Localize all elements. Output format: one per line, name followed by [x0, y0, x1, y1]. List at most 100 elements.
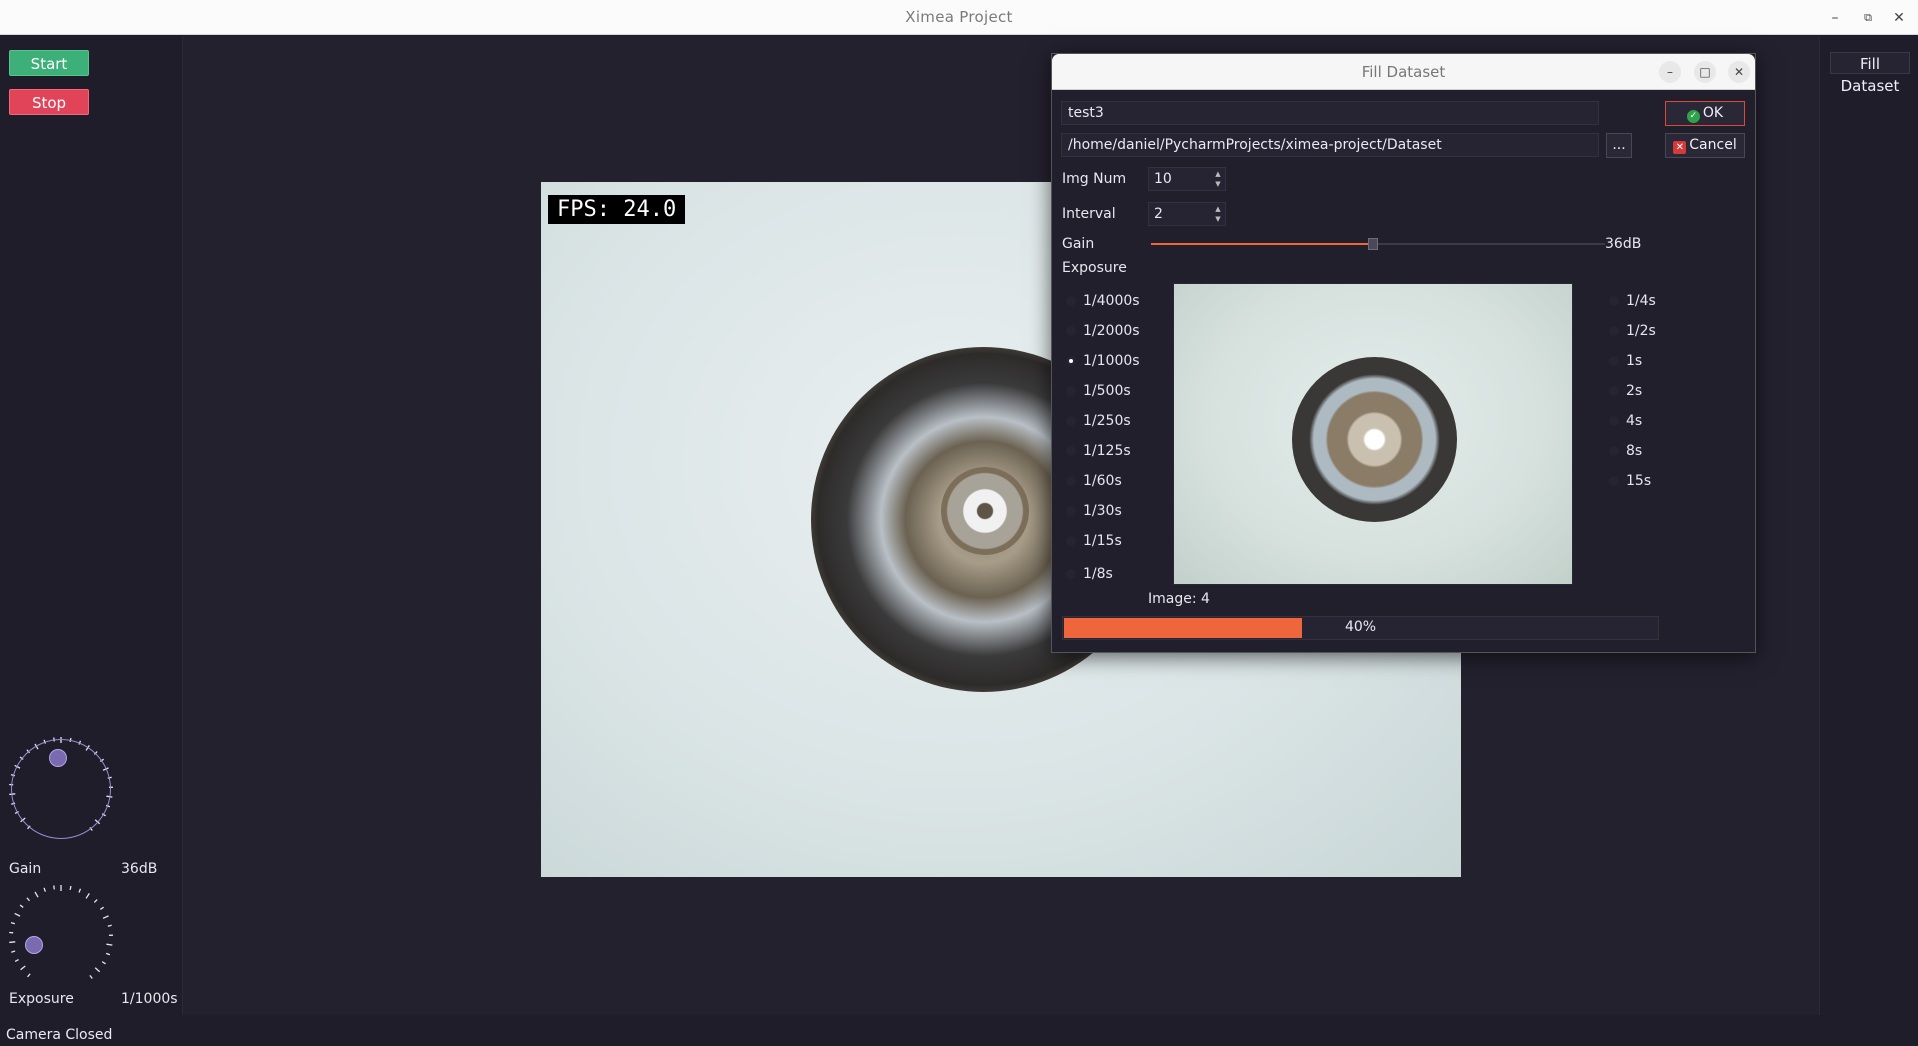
window-title: Ximea Project — [905, 8, 1013, 26]
browse-button[interactable]: ... — [1606, 133, 1632, 158]
img-num-label: Img Num — [1062, 171, 1127, 187]
exposure-option[interactable]: 1/250s — [1066, 413, 1131, 429]
exposure-option[interactable]: 1/15s — [1066, 533, 1122, 549]
exposure-option[interactable]: 1/1000s — [1066, 353, 1140, 369]
restore-icon[interactable]: ⧉ — [1857, 7, 1879, 29]
cancel-icon: ✕ — [1673, 141, 1687, 154]
radio-icon[interactable] — [1066, 569, 1076, 579]
dataset-path-input[interactable]: /home/daniel/PycharmProjects/ximea-proje… — [1061, 133, 1599, 157]
progress-text: 40% — [1344, 619, 1377, 635]
exposure-option-label: 4s — [1626, 413, 1643, 429]
check-icon: ✓ — [1686, 110, 1700, 123]
radio-icon[interactable] — [1066, 386, 1076, 396]
minimize-icon[interactable]: – — [1824, 7, 1846, 29]
radio-icon[interactable] — [1066, 446, 1076, 456]
ok-label: OK — [1702, 105, 1724, 121]
radio-icon[interactable] — [1609, 356, 1619, 366]
spin-arrows-icon[interactable]: ▲ ▼ — [1213, 169, 1223, 189]
radio-icon[interactable] — [1066, 536, 1076, 546]
radio-icon[interactable] — [1609, 416, 1619, 426]
exposure-option[interactable]: 1s — [1609, 353, 1643, 369]
img-num-value: 10 — [1154, 171, 1172, 187]
gain-label: Gain — [9, 861, 42, 877]
cancel-label: Cancel — [1689, 137, 1737, 153]
progress-bar: 40% — [1062, 616, 1659, 640]
radio-icon[interactable] — [1609, 296, 1619, 306]
exposure-option[interactable]: 1/500s — [1066, 383, 1131, 399]
dataset-name-input[interactable]: test3 — [1061, 101, 1599, 125]
exposure-option-label: 1s — [1626, 353, 1643, 369]
exposure-option[interactable]: 1/2s — [1609, 323, 1656, 339]
radio-icon[interactable] — [1066, 326, 1076, 336]
gain-dial-knob[interactable] — [49, 749, 67, 767]
window-titlebar: Ximea Project – ⧉ ✕ — [0, 0, 1918, 35]
cancel-button[interactable]: ✕ Cancel — [1665, 133, 1745, 158]
exposure-option[interactable]: 1/125s — [1066, 443, 1131, 459]
exposure-option-label: 1/250s — [1083, 413, 1131, 429]
exposure-dial[interactable] — [11, 887, 111, 987]
gain-slider[interactable] — [1151, 238, 1605, 250]
exposure-option-label: 8s — [1626, 443, 1643, 459]
fill-dataset-button[interactable]: Fill Dataset — [1830, 52, 1910, 95]
dialog-maximize-icon[interactable]: □ — [1694, 61, 1716, 83]
interval-spinbox[interactable]: 2 ▲ ▼ — [1148, 202, 1226, 226]
exposure-option[interactable]: 1/4s — [1609, 293, 1656, 309]
exposure-option-label: 1/2000s — [1083, 323, 1140, 339]
fps-overlay: FPS: 24.0 — [548, 195, 686, 224]
exposure-option-label: 1/4s — [1626, 293, 1656, 309]
radio-icon[interactable] — [1066, 296, 1076, 306]
exposure-option-label: 1/60s — [1083, 473, 1122, 489]
exposure-option-label: 1/125s — [1083, 443, 1131, 459]
gain-slider-fill — [1151, 243, 1373, 245]
interval-value: 2 — [1154, 206, 1163, 222]
radio-icon[interactable] — [1066, 506, 1076, 516]
dialog-exposure-label: Exposure — [1062, 260, 1127, 276]
gain-dial[interactable] — [11, 739, 111, 839]
dialog-title: Fill Dataset — [1052, 54, 1755, 90]
radio-icon[interactable] — [1609, 386, 1619, 396]
radio-icon[interactable] — [1066, 356, 1076, 366]
exposure-option[interactable]: 8s — [1609, 443, 1643, 459]
exposure-label: Exposure — [9, 991, 74, 1007]
exposure-option[interactable]: 1/30s — [1066, 503, 1122, 519]
exposure-option-label: 1/1000s — [1083, 353, 1140, 369]
interval-label: Interval — [1062, 206, 1116, 222]
exposure-option[interactable]: 1/60s — [1066, 473, 1122, 489]
spin-arrows-icon[interactable]: ▲ ▼ — [1213, 204, 1223, 224]
exposure-option-label: 1/30s — [1083, 503, 1122, 519]
exposure-option-label: 1/4000s — [1083, 293, 1140, 309]
exposure-option-label: 1/2s — [1626, 323, 1656, 339]
gain-slider-handle[interactable] — [1368, 238, 1378, 250]
exposure-option-label: 1/500s — [1083, 383, 1131, 399]
close-icon[interactable]: ✕ — [1888, 7, 1910, 29]
exposure-option[interactable]: 2s — [1609, 383, 1643, 399]
exposure-option[interactable]: 1/2000s — [1066, 323, 1140, 339]
exposure-option-label: 1/8s — [1083, 566, 1113, 582]
stop-button[interactable]: Stop — [9, 89, 89, 115]
exposure-option[interactable]: 15s — [1609, 473, 1652, 489]
dialog-minimize-icon[interactable]: – — [1659, 61, 1681, 83]
exposure-value: 1/1000s — [121, 991, 178, 1007]
start-button[interactable]: Start — [9, 50, 89, 76]
exposure-option[interactable]: 1/4000s — [1066, 293, 1140, 309]
preview-image — [1173, 283, 1573, 585]
status-text: Camera Closed — [6, 1027, 113, 1043]
radio-icon[interactable] — [1609, 446, 1619, 456]
exposure-option[interactable]: 1/8s — [1066, 566, 1113, 582]
dialog-gain-value: 36dB — [1605, 236, 1642, 252]
exposure-option[interactable]: 4s — [1609, 413, 1643, 429]
radio-icon[interactable] — [1609, 326, 1619, 336]
ok-button[interactable]: ✓ OK — [1665, 101, 1745, 126]
exposure-option-label: 15s — [1626, 473, 1652, 489]
radio-icon[interactable] — [1066, 476, 1076, 486]
image-counter: Image: 4 — [1148, 591, 1210, 607]
gain-value: 36dB — [121, 861, 158, 877]
radio-icon[interactable] — [1609, 476, 1619, 486]
dialog-gain-label: Gain — [1062, 236, 1095, 252]
exposure-option-label: 2s — [1626, 383, 1643, 399]
exposure-option-label: 1/15s — [1083, 533, 1122, 549]
radio-icon[interactable] — [1066, 416, 1076, 426]
exposure-dial-knob[interactable] — [25, 936, 43, 954]
img-num-spinbox[interactable]: 10 ▲ ▼ — [1148, 167, 1226, 191]
dialog-close-icon[interactable]: ✕ — [1728, 61, 1750, 83]
